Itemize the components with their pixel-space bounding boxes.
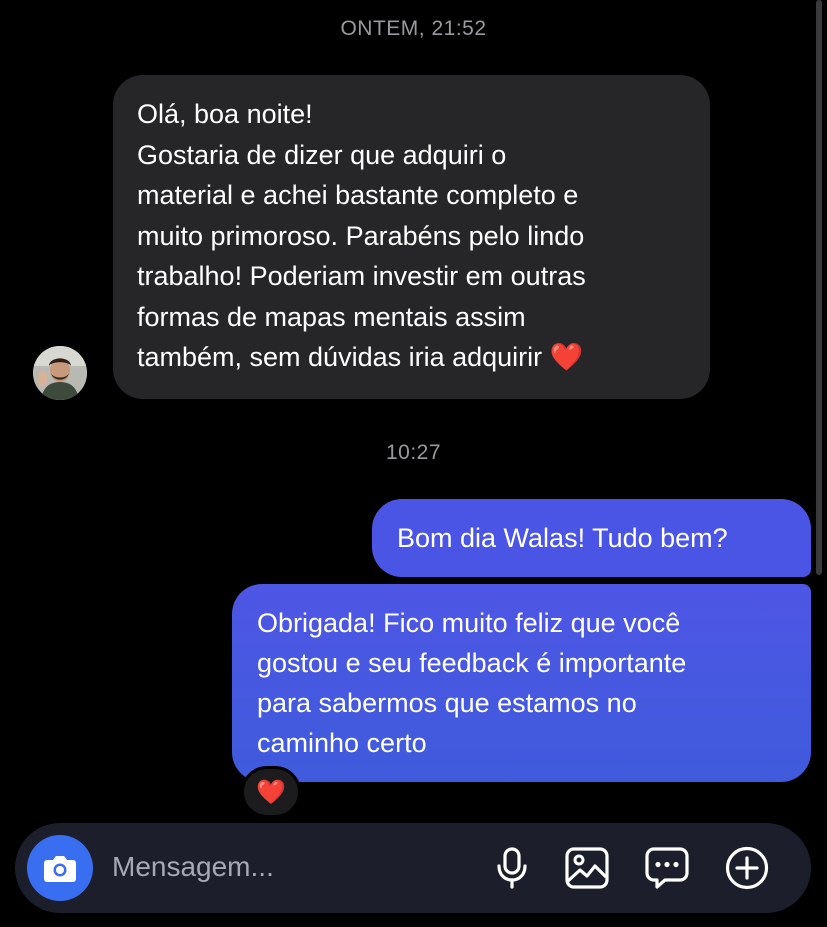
outgoing-message[interactable]: Bom dia Walas! Tudo bem? bbox=[372, 499, 811, 577]
heart-reaction[interactable]: ❤️ bbox=[241, 766, 301, 818]
gallery-button[interactable] bbox=[564, 845, 610, 891]
message-line: gostou e seu feedback é importante bbox=[257, 648, 687, 678]
microphone-icon bbox=[497, 847, 527, 889]
message-line: material e achei bastante completo e bbox=[137, 180, 579, 210]
add-button[interactable] bbox=[724, 845, 770, 891]
message-line: Olá, boa noite! bbox=[137, 99, 313, 129]
camera-button[interactable] bbox=[27, 835, 93, 901]
message-input[interactable]: Mensagem... bbox=[112, 848, 274, 886]
message-line: também, sem dúvidas iria adquirir ❤️ bbox=[137, 342, 584, 372]
sticker-button[interactable] bbox=[644, 845, 690, 891]
chat-screen: ONTEM, 21:52 Olá, boa noite! Gostaria de… bbox=[0, 0, 827, 927]
heart-icon: ❤️ bbox=[256, 778, 286, 806]
avatar[interactable] bbox=[33, 346, 87, 400]
plus-icon bbox=[725, 846, 769, 890]
message-line: Obrigada! Fico muito feliz que você bbox=[257, 608, 681, 638]
message-line: Gostaria de dizer que adquiri o bbox=[137, 139, 507, 170]
avatar-photo bbox=[33, 346, 87, 400]
incoming-message[interactable]: Olá, boa noite! Gostaria de dizer que ad… bbox=[113, 75, 710, 399]
outgoing-message[interactable]: Obrigada! Fico muito feliz que você gost… bbox=[232, 584, 811, 782]
message-composer: Mensagem... bbox=[15, 823, 811, 913]
message-line: muito primoroso. Parabéns pelo lindo bbox=[137, 220, 585, 251]
scrollbar[interactable] bbox=[816, 0, 822, 575]
timestamp-divider: ONTEM, 21:52 bbox=[340, 17, 487, 40]
message-line: para sabermos que estamos no bbox=[257, 688, 637, 718]
message-line: trabalho! Poderiam investir em outras bbox=[137, 261, 586, 291]
message-line: caminho certo bbox=[257, 728, 427, 758]
microphone-button[interactable] bbox=[489, 845, 535, 891]
timestamp-divider: 10:27 bbox=[385, 441, 442, 464]
gallery-icon bbox=[565, 847, 609, 889]
sticker-icon bbox=[645, 847, 689, 889]
message-line: formas de mapas mentais assim bbox=[137, 301, 526, 332]
camera-icon bbox=[44, 856, 76, 882]
